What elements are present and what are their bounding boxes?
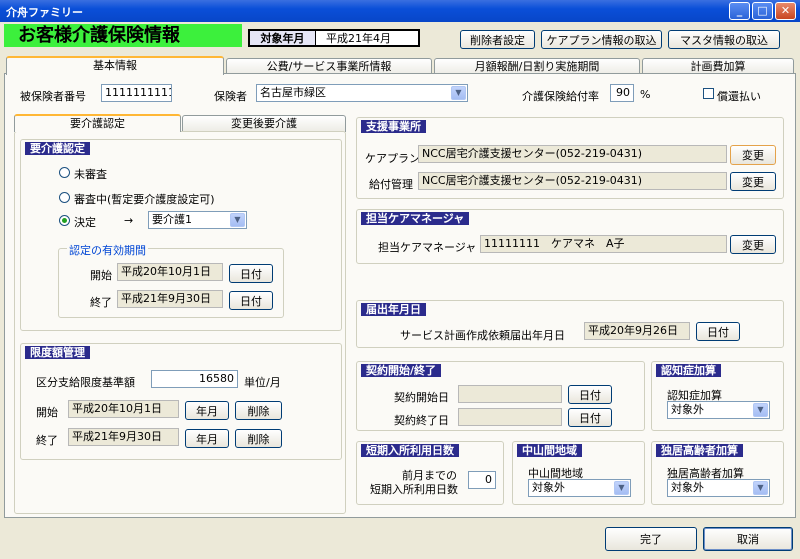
radio-reviewing[interactable] xyxy=(59,192,70,203)
chevron-down-icon: ▼ xyxy=(451,86,466,100)
notice-title: 届出年月日 xyxy=(361,303,426,316)
decided-label: 決定 xyxy=(74,216,96,229)
limit-end-month-button[interactable]: 年月 xyxy=(185,429,229,448)
dementia-value: 対象外 xyxy=(671,403,704,416)
subtab-care-cert[interactable]: 要介護認定 xyxy=(14,114,181,132)
elderly-value: 対象外 xyxy=(671,481,704,494)
arrow-icon: → xyxy=(124,214,134,227)
payment-label: 給付管理 xyxy=(369,178,413,191)
minimize-icon[interactable]: _ xyxy=(729,2,750,20)
window-title: 介舟ファミリー xyxy=(6,6,83,19)
cert-end-label: 終了 xyxy=(90,296,112,309)
careplan-change-button[interactable]: 変更 xyxy=(730,145,776,165)
manager-label: 担当ケアマネージャ xyxy=(378,241,477,254)
unreviewed-label: 未審査 xyxy=(74,168,107,181)
limit-base-unit: 単位/月 xyxy=(244,376,281,389)
insured-no-field[interactable]: 1111111111 xyxy=(101,84,172,102)
mountain-value: 対象外 xyxy=(532,481,565,494)
limit-base-field[interactable]: 16580 xyxy=(151,370,238,388)
limit-end-field[interactable]: 平成21年9月30日 xyxy=(68,428,179,446)
limit-title: 限度額管理 xyxy=(25,346,90,359)
care-level-value: 要介護1 xyxy=(152,213,192,226)
target-month-box: 対象年月 平成21年4月 xyxy=(248,29,420,47)
done-button[interactable]: 完了 xyxy=(605,527,697,551)
target-month-label: 対象年月 xyxy=(250,31,316,45)
short-stay-title: 短期入所利用日数 xyxy=(361,444,459,457)
chevron-down-icon: ▼ xyxy=(614,481,629,495)
contract-end-label: 契約終了日 xyxy=(394,414,449,427)
rate-label: 介護保険給付率 xyxy=(522,90,599,103)
elderly-select[interactable]: 対象外 ▼ xyxy=(667,479,770,497)
cert-end-field[interactable]: 平成21年9月30日 xyxy=(117,290,223,308)
manager-title: 担当ケアマネージャ xyxy=(361,212,470,225)
maximize-icon[interactable]: □ xyxy=(752,2,773,20)
notice-label: サービス計画作成依頼届出年月日 xyxy=(400,329,565,342)
short-stay-label-2: 短期入所利用日数 xyxy=(370,483,458,496)
repay-label: 償還払い xyxy=(717,90,761,103)
mountain-title: 中山間地域 xyxy=(517,444,582,457)
notice-date-button[interactable]: 日付 xyxy=(696,322,740,341)
limit-start-field[interactable]: 平成20年10月1日 xyxy=(68,400,179,418)
radio-decided[interactable] xyxy=(59,215,70,226)
careplan-field[interactable]: NCC居宅介護支援センター(052-219-0431) xyxy=(418,145,727,163)
careplan-import-button[interactable]: ケアプラン情報の取込 xyxy=(541,30,662,49)
contract-end-field[interactable] xyxy=(458,408,562,426)
cert-end-date-button[interactable]: 日付 xyxy=(229,291,273,310)
title-bar: 介舟ファミリー _ □ ✕ xyxy=(0,0,800,22)
main-tabs: 基本情報 公費/サービス事業所情報 月額報酬/日割り実施期間 計画費加算 xyxy=(4,56,796,75)
care-cert-title: 要介護認定 xyxy=(25,142,90,155)
dementia-title: 認知症加算 xyxy=(656,364,721,377)
reviewing-label: 審査中(暫定要介護度設定可) xyxy=(74,193,215,206)
repay-checkbox[interactable] xyxy=(703,88,714,99)
limit-base-label: 区分支給限度基準額 xyxy=(36,376,135,389)
care-level-select[interactable]: 要介護1 ▼ xyxy=(148,211,247,229)
manager-field[interactable]: 11111111 ケアマネ A子 xyxy=(480,235,727,253)
cancel-button[interactable]: 取消 xyxy=(703,527,793,551)
cert-start-field[interactable]: 平成20年10月1日 xyxy=(117,263,223,281)
insurer-select[interactable]: 名古屋市緑区 ▼ xyxy=(256,84,468,102)
delete-setting-button[interactable]: 削除者設定 xyxy=(460,30,535,49)
tab-basic-info[interactable]: 基本情報 xyxy=(6,56,224,75)
chevron-down-icon: ▼ xyxy=(753,403,768,417)
rate-unit: % xyxy=(640,88,651,101)
payment-field[interactable]: NCC居宅介護支援センター(052-219-0431) xyxy=(418,172,727,190)
limit-end-label: 終了 xyxy=(36,434,58,447)
support-title: 支援事業所 xyxy=(361,120,426,133)
validity-legend: 認定の有効期間 xyxy=(67,242,148,258)
master-import-button[interactable]: マスタ情報の取込 xyxy=(668,30,780,49)
insurer-value: 名古屋市緑区 xyxy=(260,86,326,99)
radio-unreviewed[interactable] xyxy=(59,167,70,178)
cert-start-date-button[interactable]: 日付 xyxy=(229,264,273,283)
contract-start-field[interactable] xyxy=(458,385,562,403)
insurer-label: 保険者 xyxy=(214,90,247,103)
contract-start-date-button[interactable]: 日付 xyxy=(568,385,612,404)
cert-start-label: 開始 xyxy=(90,269,112,282)
limit-start-delete-button[interactable]: 削除 xyxy=(235,401,282,420)
limit-end-delete-button[interactable]: 削除 xyxy=(235,429,282,448)
elderly-title: 独居高齢者加算 xyxy=(656,444,743,457)
payment-change-button[interactable]: 変更 xyxy=(730,172,776,191)
chevron-down-icon: ▼ xyxy=(753,481,768,495)
notice-field[interactable]: 平成20年9月26日 xyxy=(584,322,690,340)
mountain-select[interactable]: 対象外 ▼ xyxy=(528,479,631,497)
short-stay-field[interactable]: 0 xyxy=(468,471,496,489)
target-month-value: 平成21年4月 xyxy=(326,32,391,45)
careplan-label: ケアプラン xyxy=(365,152,420,165)
limit-start-label: 開始 xyxy=(36,406,58,419)
insured-no-label: 被保険者番号 xyxy=(20,90,86,103)
contract-start-label: 契約開始日 xyxy=(394,391,449,404)
contract-end-date-button[interactable]: 日付 xyxy=(568,408,612,427)
close-icon[interactable]: ✕ xyxy=(775,2,796,20)
dementia-select[interactable]: 対象外 ▼ xyxy=(667,401,770,419)
contract-title: 契約開始/終了 xyxy=(361,364,442,377)
rate-field[interactable]: 90 xyxy=(610,84,634,102)
limit-start-month-button[interactable]: 年月 xyxy=(185,401,229,420)
manager-change-button[interactable]: 変更 xyxy=(730,235,776,254)
page-title: お客様介護保険情報 xyxy=(4,24,242,47)
chevron-down-icon: ▼ xyxy=(230,213,245,227)
subtab-changed-care[interactable]: 変更後要介護 xyxy=(182,115,346,132)
